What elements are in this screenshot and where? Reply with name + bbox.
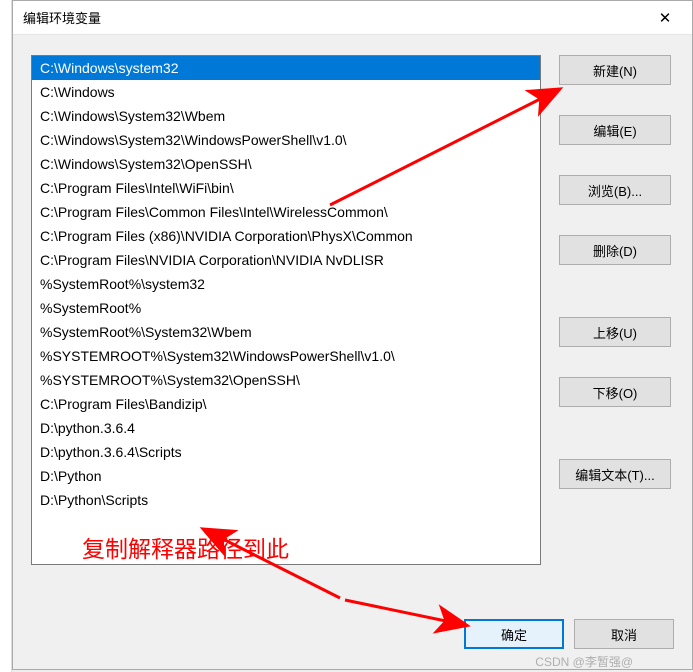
dialog-content: C:\Windows\system32C:\WindowsC:\Windows\…	[13, 35, 692, 669]
close-icon: ✕	[659, 9, 672, 27]
path-list-item[interactable]: %SystemRoot%\system32	[32, 272, 540, 296]
path-list-item[interactable]: %SystemRoot%	[32, 296, 540, 320]
new-button[interactable]: 新建(N)	[559, 55, 671, 85]
delete-button[interactable]: 删除(D)	[559, 235, 671, 265]
path-list-item[interactable]: C:\Windows	[32, 80, 540, 104]
dialog-title: 编辑环境变量	[23, 8, 642, 27]
path-list-item[interactable]: D:\python.3.6.4	[32, 416, 540, 440]
titlebar: 编辑环境变量 ✕	[13, 1, 692, 35]
button-column: 新建(N) 编辑(E) 浏览(B)... 删除(D) 上移(U) 下移(O) 编…	[559, 55, 671, 649]
path-list-item[interactable]: %SystemRoot%\System32\Wbem	[32, 320, 540, 344]
cancel-button[interactable]: 取消	[574, 619, 674, 649]
path-list-item[interactable]: C:\Windows\system32	[32, 56, 540, 80]
path-list-item[interactable]: C:\Program Files\Intel\WiFi\bin\	[32, 176, 540, 200]
ok-button[interactable]: 确定	[464, 619, 564, 649]
path-list-item[interactable]: C:\Windows\System32\Wbem	[32, 104, 540, 128]
close-button[interactable]: ✕	[642, 3, 688, 33]
path-list-item[interactable]: C:\Windows\System32\WindowsPowerShell\v1…	[32, 128, 540, 152]
path-list-item[interactable]: C:\Program Files (x86)\NVIDIA Corporatio…	[32, 224, 540, 248]
edit-button[interactable]: 编辑(E)	[559, 115, 671, 145]
path-list-item[interactable]: D:\Python\Scripts	[32, 488, 540, 512]
moveup-button[interactable]: 上移(U)	[559, 317, 671, 347]
path-list-item[interactable]: %SYSTEMROOT%\System32\OpenSSH\	[32, 368, 540, 392]
movedown-button[interactable]: 下移(O)	[559, 377, 671, 407]
path-list-item[interactable]: C:\Program Files\Bandizip\	[32, 392, 540, 416]
edit-env-var-dialog: 编辑环境变量 ✕ C:\Windows\system32C:\WindowsC:…	[12, 0, 693, 670]
bottom-button-row: 确定 取消	[464, 619, 674, 649]
path-list-item[interactable]: %SYSTEMROOT%\System32\WindowsPowerShell\…	[32, 344, 540, 368]
path-list-item[interactable]: D:\Python	[32, 464, 540, 488]
background-strip	[0, 0, 12, 672]
path-list-item[interactable]: C:\Program Files\Common Files\Intel\Wire…	[32, 200, 540, 224]
edittext-button[interactable]: 编辑文本(T)...	[559, 459, 671, 489]
path-list-item[interactable]: C:\Windows\System32\OpenSSH\	[32, 152, 540, 176]
path-list-item[interactable]: D:\python.3.6.4\Scripts	[32, 440, 540, 464]
path-listbox[interactable]: C:\Windows\system32C:\WindowsC:\Windows\…	[31, 55, 541, 565]
browse-button[interactable]: 浏览(B)...	[559, 175, 671, 205]
path-list-item[interactable]: C:\Program Files\NVIDIA Corporation\NVID…	[32, 248, 540, 272]
